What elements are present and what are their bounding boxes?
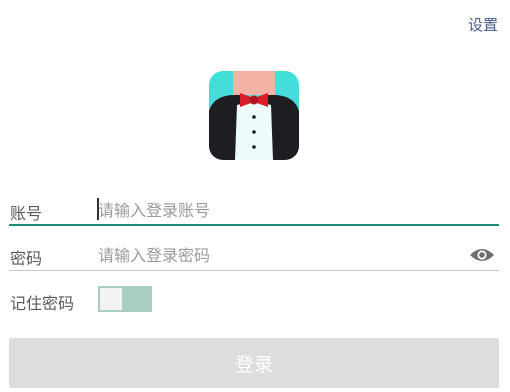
settings-link[interactable]: 设置	[468, 14, 498, 35]
password-underline	[9, 270, 499, 271]
login-button[interactable]: 登录	[9, 338, 499, 388]
account-underline	[9, 224, 499, 226]
tuxedo-avatar-icon	[209, 71, 299, 160]
password-input[interactable]	[98, 243, 448, 267]
eye-icon[interactable]	[469, 246, 495, 264]
remember-password-label: 记住密码	[10, 294, 75, 313]
remember-password-toggle[interactable]	[98, 286, 152, 312]
text-cursor	[97, 198, 99, 220]
account-input[interactable]	[98, 198, 448, 222]
password-label: 密码	[10, 249, 43, 268]
account-row: 账号	[9, 196, 499, 226]
password-row: 密码	[9, 241, 499, 271]
account-label: 账号	[10, 204, 43, 223]
toggle-knob	[100, 288, 122, 310]
app-logo	[209, 71, 299, 160]
